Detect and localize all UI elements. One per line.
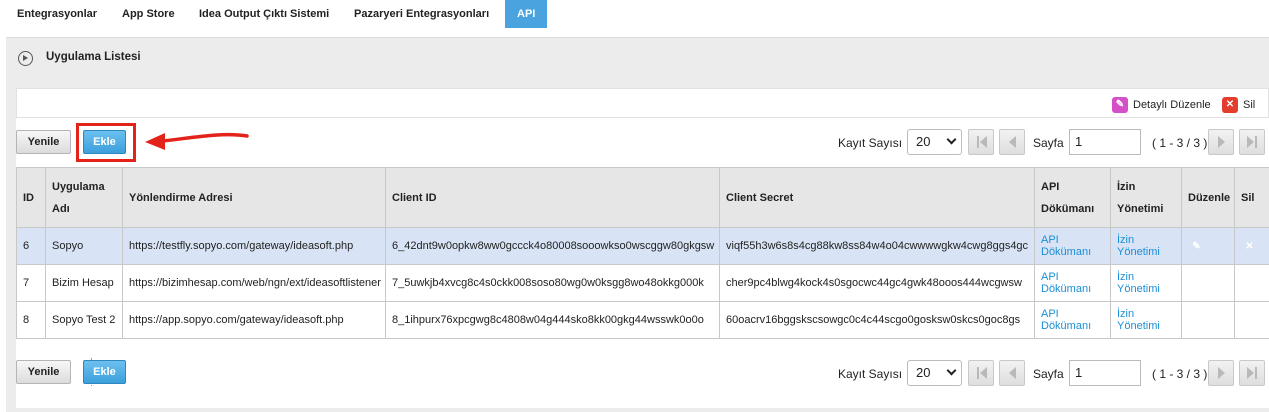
- table-row[interactable]: 6 Sopyo https://testfly.sopyo.com/gatewa…: [16, 227, 1269, 265]
- page-range: ( 1 - 3 / 3 ): [1152, 367, 1208, 381]
- prev-page-button-bottom[interactable]: [999, 360, 1025, 386]
- row-client-secret: viqf55h3w6s8s4cg88kw8ss84w4o04cwwwwgkw4c…: [719, 227, 1035, 265]
- chevron-down-icon: [946, 365, 957, 376]
- actions-bar: ✎ Detaylı Düzenle ✕ Sil: [16, 88, 1269, 118]
- col-header-edit: Düzenle: [1181, 167, 1235, 228]
- record-count-select-bottom[interactable]: 20: [907, 360, 962, 386]
- close-icon[interactable]: ✕: [1241, 275, 1258, 292]
- detailed-edit-label: Detaylı Düzenle: [1133, 98, 1211, 111]
- tab-entegrasyonlar[interactable]: Entegrasyonlar: [5, 0, 109, 28]
- chevron-down-icon: [946, 134, 957, 145]
- page-label: Sayfa: [1033, 367, 1064, 381]
- edit-icon[interactable]: ✎: [1188, 275, 1205, 292]
- page-input[interactable]: 1: [1069, 129, 1141, 155]
- api-doc-link[interactable]: API Dökümanı: [1041, 271, 1104, 295]
- next-page-icon: [1209, 361, 1233, 385]
- row-id: 6: [16, 227, 46, 265]
- record-count-label: Kayıt Sayısı: [838, 367, 903, 381]
- next-page-icon: [1209, 130, 1233, 154]
- col-header-client-id[interactable]: Client ID: [385, 167, 720, 228]
- prev-page-icon: [1000, 130, 1024, 154]
- close-icon[interactable]: ✕: [1241, 238, 1258, 255]
- row-redirect: https://app.sopyo.com/gateway/ideasoft.p…: [122, 301, 386, 339]
- table-row[interactable]: 7 Bizim Hesap https://bizimhesap.com/web…: [16, 264, 1269, 302]
- row-redirect: https://bizimhesap.com/web/ngn/ext/ideas…: [122, 264, 386, 302]
- col-header-client-secret[interactable]: Client Secret: [719, 167, 1035, 228]
- edit-icon: ✎: [1112, 96, 1128, 113]
- row-name: Sopyo Test 2: [45, 301, 123, 339]
- col-header-redirect[interactable]: Yönlendirme Adresi: [122, 167, 386, 228]
- refresh-button[interactable]: Yenile: [16, 130, 71, 154]
- delete-label: Sil: [1243, 98, 1256, 111]
- last-page-icon: [1240, 130, 1264, 154]
- page-range: ( 1 - 3 / 3 ): [1152, 136, 1208, 150]
- row-client-secret: 60oacrv16bggskscsowgc0c4c44scgo0gosksw0s…: [719, 301, 1035, 339]
- table-header-row: ID Uygulama Adı Yönlendirme Adresi Clien…: [16, 167, 1269, 228]
- permission-link[interactable]: İzin Yönetimi: [1117, 308, 1175, 332]
- next-page-button-bottom[interactable]: [1208, 360, 1234, 386]
- last-page-icon: [1240, 361, 1264, 385]
- api-doc-link[interactable]: API Dökümanı: [1041, 308, 1104, 332]
- first-page-button-bottom[interactable]: [968, 360, 994, 386]
- first-page-icon: [969, 130, 993, 154]
- detailed-edit-action[interactable]: ✎ Detaylı Düzenle: [1112, 96, 1211, 113]
- add-button-bottom[interactable]: Ekle: [83, 360, 126, 384]
- edit-icon[interactable]: ✎: [1188, 312, 1205, 329]
- col-header-delete: Sil: [1234, 167, 1269, 228]
- panel-title: Uygulama Listesi: [46, 51, 141, 63]
- row-id: 7: [16, 264, 46, 302]
- row-client-id: 8_1ihpurx76xpcgwg8c4808w04g444sko8kk00gk…: [385, 301, 720, 339]
- col-header-app-name[interactable]: Uygulama Adı: [45, 167, 123, 228]
- tab-idea-output[interactable]: Idea Output Çıktı Sistemi: [187, 0, 341, 28]
- page-input-bottom[interactable]: 1: [1069, 360, 1141, 386]
- record-count-label: Kayıt Sayısı: [838, 136, 903, 150]
- row-client-id: 7_5uwkjb4xvcg8c4s0ckk008soso80wg0w0ksgg8…: [385, 264, 720, 302]
- row-id: 8: [16, 301, 46, 339]
- row-client-secret: cher9pc4blwg4kock4s0sgocwc44gc4gwk48ooos…: [719, 264, 1035, 302]
- api-doc-link[interactable]: API Dökümanı: [1041, 234, 1104, 258]
- close-icon[interactable]: ✕: [1241, 312, 1258, 329]
- tab-pazaryeri[interactable]: Pazaryeri Entegrasyonları: [342, 0, 501, 28]
- permission-link[interactable]: İzin Yönetimi: [1117, 234, 1175, 258]
- permission-link[interactable]: İzin Yönetimi: [1117, 271, 1175, 295]
- col-header-id[interactable]: ID: [16, 167, 46, 228]
- record-count-value: 20: [916, 365, 931, 380]
- page-label: Sayfa: [1033, 136, 1064, 150]
- red-arrow-icon: [145, 132, 249, 150]
- delete-action[interactable]: ✕ Sil: [1222, 96, 1255, 113]
- col-header-api-doc: API Dökümanı: [1034, 167, 1111, 228]
- panel-content: ✎ Detaylı Düzenle ✕ Sil Yenile Ekle Kayı…: [16, 88, 1269, 408]
- first-page-button[interactable]: [968, 129, 994, 155]
- record-count-select[interactable]: 20: [907, 129, 962, 155]
- row-client-id: 6_42dnt9w0opkw8ww0gccck4o80008sooowkso0w…: [385, 227, 720, 265]
- row-name: Sopyo: [45, 227, 123, 265]
- app-list-panel: Uygulama Listesi ✎ Detaylı Düzenle ✕ Sil…: [6, 37, 1269, 412]
- refresh-button-bottom[interactable]: Yenile: [16, 360, 71, 384]
- last-page-button-bottom[interactable]: [1239, 360, 1265, 386]
- close-icon: ✕: [1222, 96, 1238, 113]
- record-count-value: 20: [916, 134, 931, 149]
- highlight-box: [76, 123, 136, 162]
- tab-app-store[interactable]: App Store: [110, 0, 187, 28]
- row-redirect: https://testfly.sopyo.com/gateway/ideaso…: [122, 227, 386, 265]
- play-circle-icon[interactable]: [18, 51, 33, 66]
- next-page-button[interactable]: [1208, 129, 1234, 155]
- table-row[interactable]: 8 Sopyo Test 2 https://app.sopyo.com/gat…: [16, 301, 1269, 339]
- tab-api[interactable]: API: [505, 0, 548, 28]
- panel-header: Uygulama Listesi: [6, 38, 1269, 78]
- row-name: Bizim Hesap: [45, 264, 123, 302]
- last-page-button[interactable]: [1239, 129, 1265, 155]
- col-header-permission: İzin Yönetimi: [1110, 167, 1182, 228]
- prev-page-button[interactable]: [999, 129, 1025, 155]
- first-page-icon: [969, 361, 993, 385]
- top-nav: Entegrasyonlar App Store Idea Output Çık…: [0, 0, 1269, 28]
- edit-icon[interactable]: ✎: [1188, 238, 1205, 255]
- app-table: ID Uygulama Adı Yönlendirme Adresi Clien…: [16, 167, 1269, 339]
- prev-page-icon: [1000, 361, 1024, 385]
